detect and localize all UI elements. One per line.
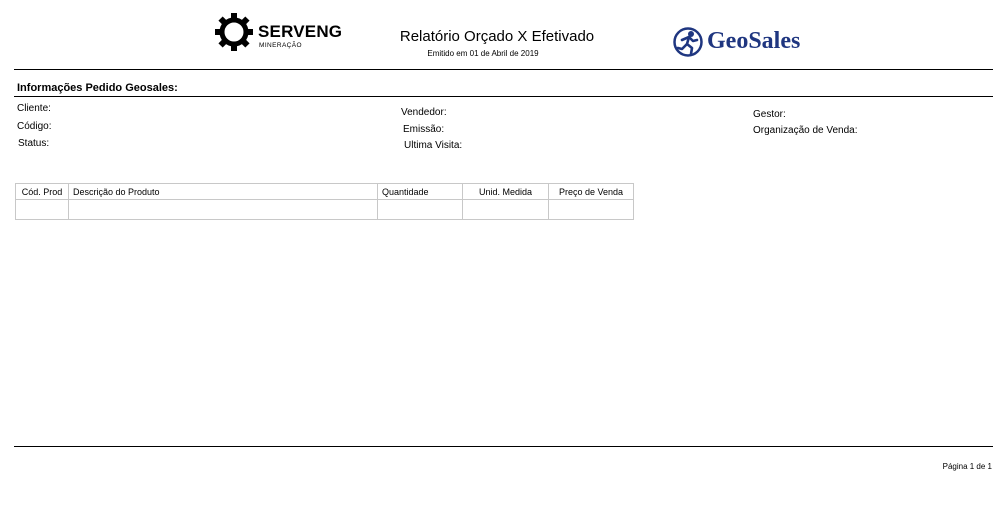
gestor-label: Gestor: xyxy=(753,109,786,120)
ultima-visita-label: Ultima Visita: xyxy=(404,140,463,151)
gear-icon xyxy=(215,13,253,51)
table-cell xyxy=(68,199,378,220)
col-preco-venda: Preço de Venda xyxy=(548,183,634,200)
col-cod-prod: Cód. Prod xyxy=(15,183,69,200)
products-table: Cód. Prod Descrição do Produto Quantidad… xyxy=(15,183,634,220)
cliente-label: Cliente: xyxy=(17,103,51,114)
runner-globe-icon xyxy=(673,27,703,57)
serveng-logo: SERVENG MINERAÇÃO xyxy=(214,12,346,56)
col-quantidade: Quantidade xyxy=(377,183,463,200)
col-descricao: Descrição do Produto xyxy=(68,183,378,200)
page-number: Página 1 de 1 xyxy=(942,462,992,471)
footer-divider xyxy=(14,446,993,447)
table-cell xyxy=(15,199,69,220)
status-label: Status: xyxy=(18,138,50,149)
table-cell xyxy=(462,199,549,220)
report-issued-date: Emitido em 01 de Abril de 2019 xyxy=(427,49,539,58)
table-row xyxy=(15,199,634,220)
header-divider xyxy=(14,69,993,70)
section-divider xyxy=(14,96,993,97)
table-cell xyxy=(548,199,634,220)
geosales-logo: GeoSales xyxy=(673,27,823,61)
table-header-row: Cód. Prod Descrição do Produto Quantidad… xyxy=(15,183,634,200)
organizacao-venda-label: Organização de Venda: xyxy=(753,125,858,136)
serveng-brand-subtitle: MINERAÇÃO xyxy=(259,42,302,49)
col-unid-medida: Unid. Medida xyxy=(462,183,549,200)
geosales-brand-name: GeoSales xyxy=(707,28,801,54)
table-cell xyxy=(377,199,463,220)
codigo-label: Código: xyxy=(17,121,52,132)
emissao-label: Emissão: xyxy=(403,124,445,135)
report-title: Relatório Orçado X Efetivado xyxy=(399,28,595,45)
section-title: Informações Pedido Geosales: xyxy=(17,82,178,94)
vendedor-label: Vendedor: xyxy=(401,107,447,118)
